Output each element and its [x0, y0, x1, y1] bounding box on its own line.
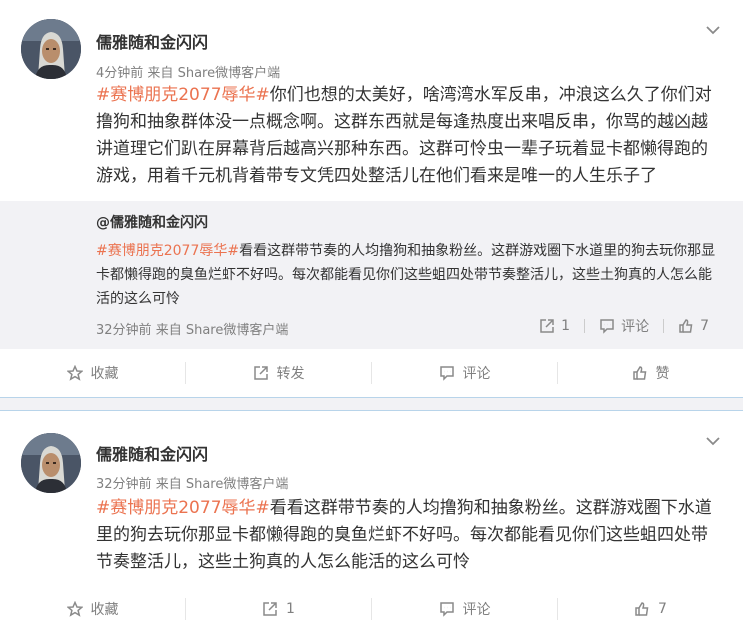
comment-button[interactable]: 评论 [372, 363, 557, 383]
repost-actions: 1 评论 7 [525, 316, 723, 336]
repost-source[interactable]: Share微博客户端 [186, 323, 289, 338]
repost-comment-label: 评论 [621, 319, 650, 335]
repost-text: #赛博朋克2077辱华#看看这群带节奏的人均撸狗和抽象粉丝。这群游戏圈下水道里的… [96, 239, 719, 311]
collect-button[interactable]: 收藏 [0, 363, 185, 383]
share-icon [540, 319, 554, 333]
forward-label: 转发 [276, 366, 305, 382]
chevron-down-icon[interactable] [705, 433, 721, 449]
weibo-post-2: 儒雅随和金闪闪 32分钟前 来自 Share微博客户端 #赛博朋克2077辱华#… [0, 411, 743, 633]
repost-user[interactable]: @儒雅随和金闪闪 [96, 212, 208, 232]
share-icon [262, 601, 278, 617]
source-prefix: 来自 [147, 66, 174, 81]
like-button[interactable]: 赞 [558, 363, 743, 383]
repost-comment-button[interactable]: 评论 [585, 316, 663, 336]
user-name[interactable]: 儒雅随和金闪闪 [96, 441, 208, 465]
post-source[interactable]: Share微博客户端 [186, 477, 289, 492]
repost-meta: 32分钟前 来自 Share微博客户端 [96, 319, 288, 338]
post-text: #赛博朋克2077辱华#你们也想的太美好，啥湾湾水军反串，冲浪这么久了你们对撸狗… [96, 82, 719, 190]
thumbs-up-icon [634, 601, 650, 617]
comment-button[interactable]: 评论 [372, 599, 557, 619]
avatar-image [21, 433, 81, 493]
post-time[interactable]: 4分钟前 [96, 66, 143, 81]
share-icon [253, 365, 269, 381]
forward-button[interactable]: 转发 [186, 363, 371, 383]
comment-icon [439, 601, 455, 617]
post-time[interactable]: 32分钟前 [96, 477, 152, 492]
repost-source-prefix: 来自 [155, 323, 182, 338]
thumbs-up-icon [679, 319, 693, 333]
post-action-bar: 收藏 1 评论 7 [0, 585, 743, 633]
forward-count: 1 [286, 601, 295, 617]
post-meta: 32分钟前 来自 Share微博客户端 [96, 473, 288, 492]
hashtag-link[interactable]: #赛博朋克2077辱华# [96, 498, 270, 518]
feed-divider [0, 397, 743, 411]
chevron-down-icon[interactable] [705, 22, 721, 38]
repost-hashtag-link[interactable]: #赛博朋克2077辱华# [96, 243, 239, 259]
comment-label: 评论 [462, 602, 491, 618]
like-count: 7 [658, 601, 667, 617]
star-icon [66, 365, 83, 381]
hashtag-link[interactable]: #赛博朋克2077辱华# [96, 85, 270, 105]
repost-like-button[interactable]: 7 [664, 318, 723, 334]
comment-label: 评论 [462, 366, 491, 382]
repost-share-count: 1 [561, 318, 571, 334]
repost-share-button[interactable]: 1 [525, 318, 584, 334]
like-label: 赞 [655, 366, 670, 382]
avatar[interactable] [21, 433, 81, 493]
avatar[interactable] [21, 19, 81, 79]
forward-button[interactable]: 1 [186, 601, 371, 617]
user-name[interactable]: 儒雅随和金闪闪 [96, 29, 208, 53]
comment-icon [600, 319, 614, 334]
post-action-bar: 收藏 转发 评论 赞 [0, 349, 743, 397]
post-text: #赛博朋克2077辱华#看看这群带节奏的人均撸狗和抽象粉丝。这群游戏圈下水道里的… [96, 495, 719, 576]
avatar-image [21, 19, 81, 79]
post-source[interactable]: Share微博客户端 [178, 66, 281, 81]
repost-like-count: 7 [700, 318, 709, 334]
weibo-post-1: 儒雅随和金闪闪 4分钟前 来自 Share微博客户端 #赛博朋克2077辱华#你… [0, 0, 743, 397]
post-meta: 4分钟前 来自 Share微博客户端 [96, 62, 280, 81]
repost-time[interactable]: 32分钟前 [96, 323, 152, 338]
collect-label: 收藏 [90, 602, 119, 618]
collect-button[interactable]: 收藏 [0, 599, 185, 619]
source-prefix: 来自 [155, 477, 182, 492]
comment-icon [439, 365, 455, 381]
star-icon [66, 601, 83, 617]
thumbs-up-icon [632, 365, 648, 381]
collect-label: 收藏 [90, 366, 119, 382]
like-button[interactable]: 7 [558, 601, 743, 617]
